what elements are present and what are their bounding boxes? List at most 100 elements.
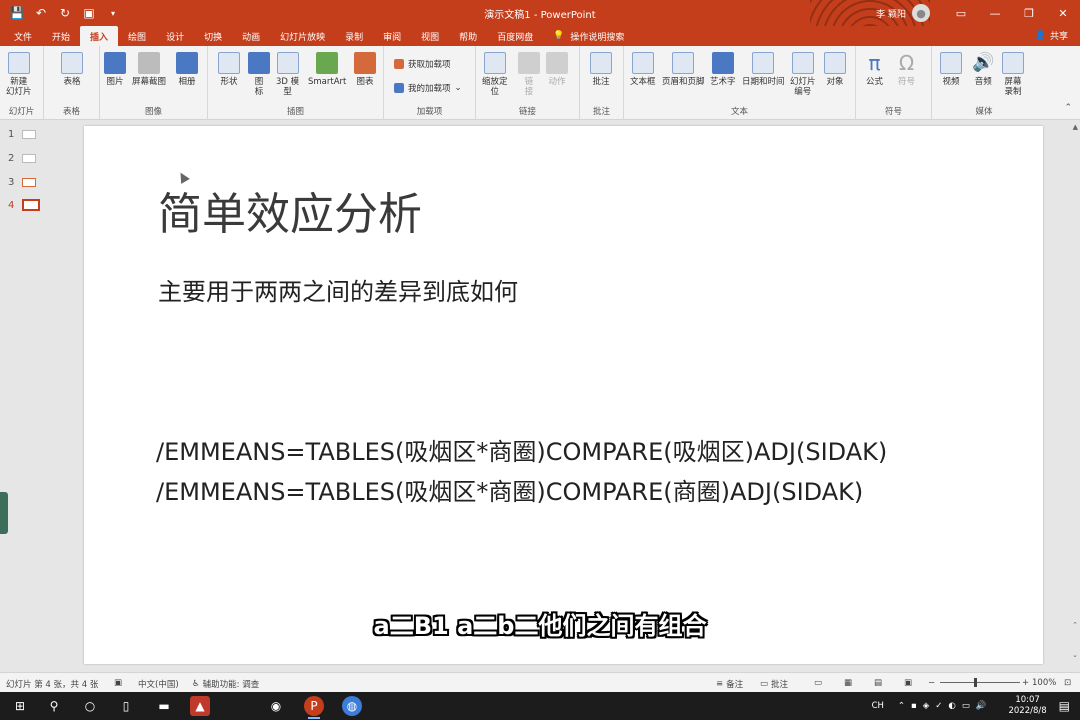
- screenshot-button[interactable]: 屏幕截图: [132, 52, 166, 87]
- get-addins-button[interactable]: 获取加载项: [394, 58, 451, 70]
- vertical-scrollbar[interactable]: ▲ ⌃ ⌄: [1068, 121, 1080, 672]
- tab-9[interactable]: 审阅: [373, 26, 411, 46]
- date-time-button[interactable]: 日期和时间: [742, 52, 785, 87]
- zoom-in-icon[interactable]: +: [1022, 678, 1029, 688]
- reading-view-icon[interactable]: ▤: [874, 678, 882, 688]
- object-icon: [824, 52, 846, 74]
- tab-5[interactable]: 切换: [194, 26, 232, 46]
- syntax-line-1[interactable]: /EMMEANS=TABLES(吸烟区*商圈)COMPARE(吸烟区)ADJ(S…: [156, 432, 887, 467]
- notes-button[interactable]: ≡ 备注: [716, 678, 743, 690]
- tab-7[interactable]: 幻灯片放映: [270, 26, 335, 46]
- zoom-slider[interactable]: [940, 682, 1020, 683]
- shapes-button[interactable]: 形状: [218, 52, 240, 87]
- scroll-down-page-icon[interactable]: ⌄: [1072, 651, 1078, 659]
- ribbon-display-icon[interactable]: ▭: [944, 0, 978, 26]
- picture-button[interactable]: 图片: [104, 52, 126, 87]
- video-button[interactable]: 视频: [940, 52, 962, 87]
- tell-me-search[interactable]: 💡 操作说明搜索: [543, 26, 624, 46]
- comments-button[interactable]: ▭ 批注: [760, 678, 788, 690]
- album-button[interactable]: 相册: [176, 52, 198, 87]
- textbox-icon: [631, 52, 654, 74]
- new-slide-icon: [7, 52, 30, 74]
- language-indicator[interactable]: 中文(中国): [138, 678, 179, 690]
- tab-12[interactable]: 百度网盘: [487, 26, 543, 46]
- tab-2[interactable]: 插入: [80, 26, 119, 46]
- tab-11[interactable]: 帮助: [449, 26, 487, 46]
- collapse-ribbon-icon[interactable]: ⌃: [1064, 103, 1072, 113]
- minimize-icon[interactable]: —: [978, 0, 1012, 26]
- tab-8[interactable]: 录制: [335, 26, 373, 46]
- clock[interactable]: 10:07 2022/8/8: [1008, 695, 1046, 717]
- slide-sorter-icon[interactable]: ▦: [844, 678, 852, 688]
- browser-icon[interactable]: ◍: [342, 696, 362, 716]
- comment-button[interactable]: 批注: [590, 52, 612, 87]
- cortana-icon[interactable]: ○: [80, 696, 100, 716]
- app-icon[interactable]: ▲: [190, 696, 210, 716]
- 3d-models-button[interactable]: 3D 模 型: [276, 52, 299, 97]
- slide-thumbnail[interactable]: 3: [8, 177, 37, 188]
- zoom-level[interactable]: 100%: [1032, 678, 1056, 688]
- tray-icons[interactable]: ⌃▪◈✓◐▭🔊: [898, 701, 993, 711]
- table-button[interactable]: 表格: [61, 52, 83, 87]
- slideshow-icon[interactable]: ▣: [904, 678, 912, 688]
- tab-3[interactable]: 绘图: [118, 26, 156, 46]
- zoom-button[interactable]: 缩放定 位: [482, 52, 508, 97]
- slide-number-button[interactable]: 幻灯片 编号: [790, 52, 816, 97]
- ime-indicator[interactable]: CH: [872, 701, 884, 711]
- accessibility-status[interactable]: ♿ 辅助功能: 调查: [192, 678, 259, 690]
- user-name[interactable]: 李 颖阳: [876, 7, 906, 20]
- task-view-icon[interactable]: ▯: [116, 696, 136, 716]
- shapes-icon: [218, 52, 240, 74]
- fit-to-window-icon[interactable]: ⊡: [1064, 678, 1071, 688]
- slide-subtitle[interactable]: 主要用于两两之间的差异到底如何: [158, 272, 518, 307]
- close-icon[interactable]: ✕: [1046, 0, 1080, 26]
- star-icon: [546, 52, 568, 74]
- my-addins-button[interactable]: 我的加载项 ⌄: [394, 82, 462, 94]
- slide-canvas[interactable]: 简单效应分析 主要用于两两之间的差异到底如何 /EMMEANS=TABLES(吸…: [84, 126, 1043, 664]
- tab-0[interactable]: 文件: [4, 26, 42, 46]
- screen-recording-button[interactable]: 屏幕 录制: [1002, 52, 1024, 97]
- notification-icon[interactable]: ▤: [1059, 699, 1070, 713]
- windows-start-icon[interactable]: ⊞: [10, 696, 30, 716]
- tab-6[interactable]: 动画: [232, 26, 270, 46]
- object-button[interactable]: 对象: [824, 52, 846, 87]
- restore-icon[interactable]: ❐: [1012, 0, 1046, 26]
- audio-button[interactable]: 🔊 音频: [972, 52, 994, 87]
- title-bar: 💾 ↶ ↻ ▣ ▾ 演示文稿1 - PowerPoint 李 颖阳 ● ▭ — …: [0, 0, 1080, 26]
- tab-10[interactable]: 视图: [411, 26, 449, 46]
- scroll-up-icon[interactable]: ▲: [1073, 123, 1078, 131]
- link-button[interactable]: 链 接: [518, 52, 540, 97]
- share-button[interactable]: 👤 共享: [1035, 29, 1068, 43]
- group-illustrations: 形状 图 标 3D 模 型 SmartArt 图表 插图: [208, 46, 384, 120]
- textbox-button[interactable]: 文本框: [630, 52, 656, 87]
- slide-thumbnail[interactable]: 2: [8, 153, 37, 164]
- slide-title[interactable]: 简单效应分析: [158, 178, 422, 242]
- zoom-out-icon[interactable]: −: [928, 678, 935, 688]
- header-footer-button[interactable]: 页眉和页脚: [662, 52, 705, 87]
- smartart-button[interactable]: SmartArt: [308, 52, 346, 87]
- symbol-button[interactable]: Ω 符号: [898, 52, 915, 87]
- avatar[interactable]: ●: [912, 4, 930, 22]
- edge-icon[interactable]: ◉: [266, 696, 286, 716]
- equation-button[interactable]: π 公式: [866, 52, 883, 87]
- slide-thumbnail[interactable]: 1: [8, 129, 37, 140]
- zoom-slider-thumb[interactable]: [974, 678, 977, 687]
- icons-button[interactable]: 图 标: [248, 52, 270, 97]
- new-slide-button[interactable]: 新建 幻灯片: [6, 52, 32, 97]
- syntax-line-2[interactable]: /EMMEANS=TABLES(吸烟区*商圈)COMPARE(商圈)ADJ(SI…: [156, 472, 863, 507]
- spellcheck-icon[interactable]: ▣: [114, 678, 122, 688]
- wordart-button[interactable]: 艺术字: [710, 52, 736, 87]
- slide-thumbnail-active[interactable]: 4: [8, 199, 41, 211]
- tab-4[interactable]: 设计: [156, 26, 194, 46]
- powerpoint-icon[interactable]: P: [304, 696, 324, 719]
- chart-button[interactable]: 图表: [354, 52, 376, 87]
- normal-view-icon[interactable]: ▭: [814, 678, 822, 688]
- file-explorer-icon[interactable]: ▬: [154, 696, 174, 716]
- tab-1[interactable]: 开始: [42, 26, 80, 46]
- action-button[interactable]: 动作: [546, 52, 568, 87]
- store-icon: [394, 59, 404, 69]
- comment-icon: ▭: [760, 679, 769, 689]
- system-tray: CH ⌃▪◈✓◐▭🔊 10:07 2022/8/8 ▤: [872, 692, 1080, 720]
- side-handle[interactable]: [0, 492, 8, 534]
- search-icon[interactable]: ⚲: [44, 696, 64, 716]
